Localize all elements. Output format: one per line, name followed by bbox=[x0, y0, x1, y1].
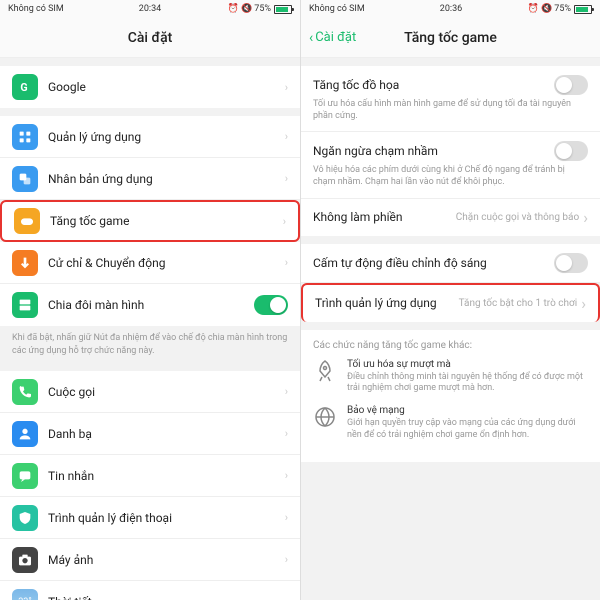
brightness-lock-toggle[interactable] bbox=[554, 253, 588, 273]
globe-icon bbox=[313, 405, 337, 429]
grid-icon bbox=[12, 124, 38, 150]
prevent-touch-toggle[interactable] bbox=[554, 141, 588, 161]
clock: 20:34 bbox=[0, 4, 300, 14]
weather-icon: 23° bbox=[12, 589, 38, 600]
back-button[interactable]: ‹ Cài đặt bbox=[309, 30, 356, 46]
gesture-icon bbox=[12, 250, 38, 276]
settings-item-app-management[interactable]: Quản lý ứng dụng › bbox=[0, 116, 300, 158]
header: ‹ Cài đặt Tăng tốc game bbox=[301, 18, 600, 58]
settings-item-clone-apps[interactable]: Nhân bản ứng dụng › bbox=[0, 158, 300, 200]
settings-item-contacts[interactable]: Danh bạ › bbox=[0, 413, 300, 455]
chevron-right-icon: › bbox=[285, 130, 288, 143]
chevron-right-icon: › bbox=[581, 294, 586, 313]
settings-item-gestures[interactable]: Cử chỉ & Chuyển động › bbox=[0, 242, 300, 284]
contacts-icon bbox=[12, 421, 38, 447]
svg-text:G: G bbox=[20, 81, 27, 94]
chevron-right-icon: › bbox=[283, 215, 286, 228]
split-screen-icon bbox=[12, 292, 38, 318]
row-prevent-touch[interactable]: Ngăn ngừa chạm nhầm Vô hiệu hóa các phím… bbox=[301, 132, 600, 198]
clock: 20:36 bbox=[301, 4, 600, 14]
page-title: Cài đặt bbox=[128, 30, 173, 46]
screen-left: Không có SIM 20:34 ⏰ 🔇 75% Cài đặt G Goo… bbox=[0, 0, 300, 600]
settings-item-split-screen[interactable]: Chia đôi màn hình bbox=[0, 284, 300, 326]
chevron-right-icon: › bbox=[285, 172, 288, 185]
chevron-right-icon: › bbox=[285, 427, 288, 440]
shield-icon bbox=[12, 505, 38, 531]
chevron-right-icon: › bbox=[285, 469, 288, 482]
settings-item-camera[interactable]: Máy ảnh › bbox=[0, 539, 300, 581]
chevron-right-icon: › bbox=[285, 553, 288, 566]
gamepad-icon bbox=[14, 208, 40, 234]
settings-item-weather[interactable]: 23° Thời tiết › bbox=[0, 581, 300, 600]
status-bar: Không có SIM 20:36 ⏰ 🔇 75% bbox=[301, 0, 600, 18]
row-brightness-lock[interactable]: Cấm tự động điều chỉnh độ sáng bbox=[301, 244, 600, 283]
chevron-right-icon: › bbox=[285, 81, 288, 94]
message-icon bbox=[12, 463, 38, 489]
feature-smoothness: Tối ưu hóa sự mượt mà Điều chỉnh thông m… bbox=[313, 359, 588, 395]
row-dnd[interactable]: Không làm phiền Chặn cuộc gọi và thông b… bbox=[301, 199, 600, 236]
header: Cài đặt bbox=[0, 18, 300, 58]
split-screen-toggle[interactable] bbox=[254, 295, 288, 315]
chevron-right-icon: › bbox=[285, 385, 288, 398]
rocket-icon bbox=[313, 359, 337, 383]
settings-item-messages[interactable]: Tin nhắn › bbox=[0, 455, 300, 497]
phone-icon bbox=[12, 379, 38, 405]
chevron-right-icon: › bbox=[285, 256, 288, 269]
row-app-manager[interactable]: Trình quản lý ứng dụng Tăng tốc bật cho … bbox=[301, 283, 600, 322]
row-graphics-boost[interactable]: Tăng tốc đồ họa Tối ưu hóa cấu hình màn … bbox=[301, 66, 600, 132]
chevron-left-icon: ‹ bbox=[309, 30, 313, 46]
features-panel: Các chức năng tăng tốc game khác: Tối ưu… bbox=[301, 330, 600, 462]
game-boost-list: Tăng tốc đồ họa Tối ưu hóa cấu hình màn … bbox=[301, 58, 600, 600]
graphics-boost-toggle[interactable] bbox=[554, 75, 588, 95]
settings-list: G Google › Quản lý ứng dụng › Nhân bản ứ… bbox=[0, 58, 300, 600]
google-icon: G bbox=[12, 74, 38, 100]
chevron-right-icon: › bbox=[583, 208, 588, 227]
status-bar: Không có SIM 20:34 ⏰ 🔇 75% bbox=[0, 0, 300, 18]
chevron-right-icon: › bbox=[285, 596, 288, 600]
screen-right: Không có SIM 20:36 ⏰ 🔇 75% ‹ Cài đặt Tăn… bbox=[300, 0, 600, 600]
chevron-right-icon: › bbox=[285, 511, 288, 524]
settings-item-calls[interactable]: Cuộc gọi › bbox=[0, 371, 300, 413]
camera-icon bbox=[12, 547, 38, 573]
split-screen-note: Khi đã bật, nhấn giữ Nút đa nhiệm để vào… bbox=[0, 326, 300, 363]
page-title: Tăng tốc game bbox=[404, 30, 497, 46]
settings-item-phone-manager[interactable]: Trình quản lý điện thoại › bbox=[0, 497, 300, 539]
settings-item-google[interactable]: G Google › bbox=[0, 66, 300, 108]
clone-icon bbox=[12, 166, 38, 192]
feature-network: Bảo vệ mạng Giới hạn quyền truy cập vào … bbox=[313, 405, 588, 441]
settings-item-game-boost[interactable]: Tăng tốc game › bbox=[0, 200, 300, 242]
